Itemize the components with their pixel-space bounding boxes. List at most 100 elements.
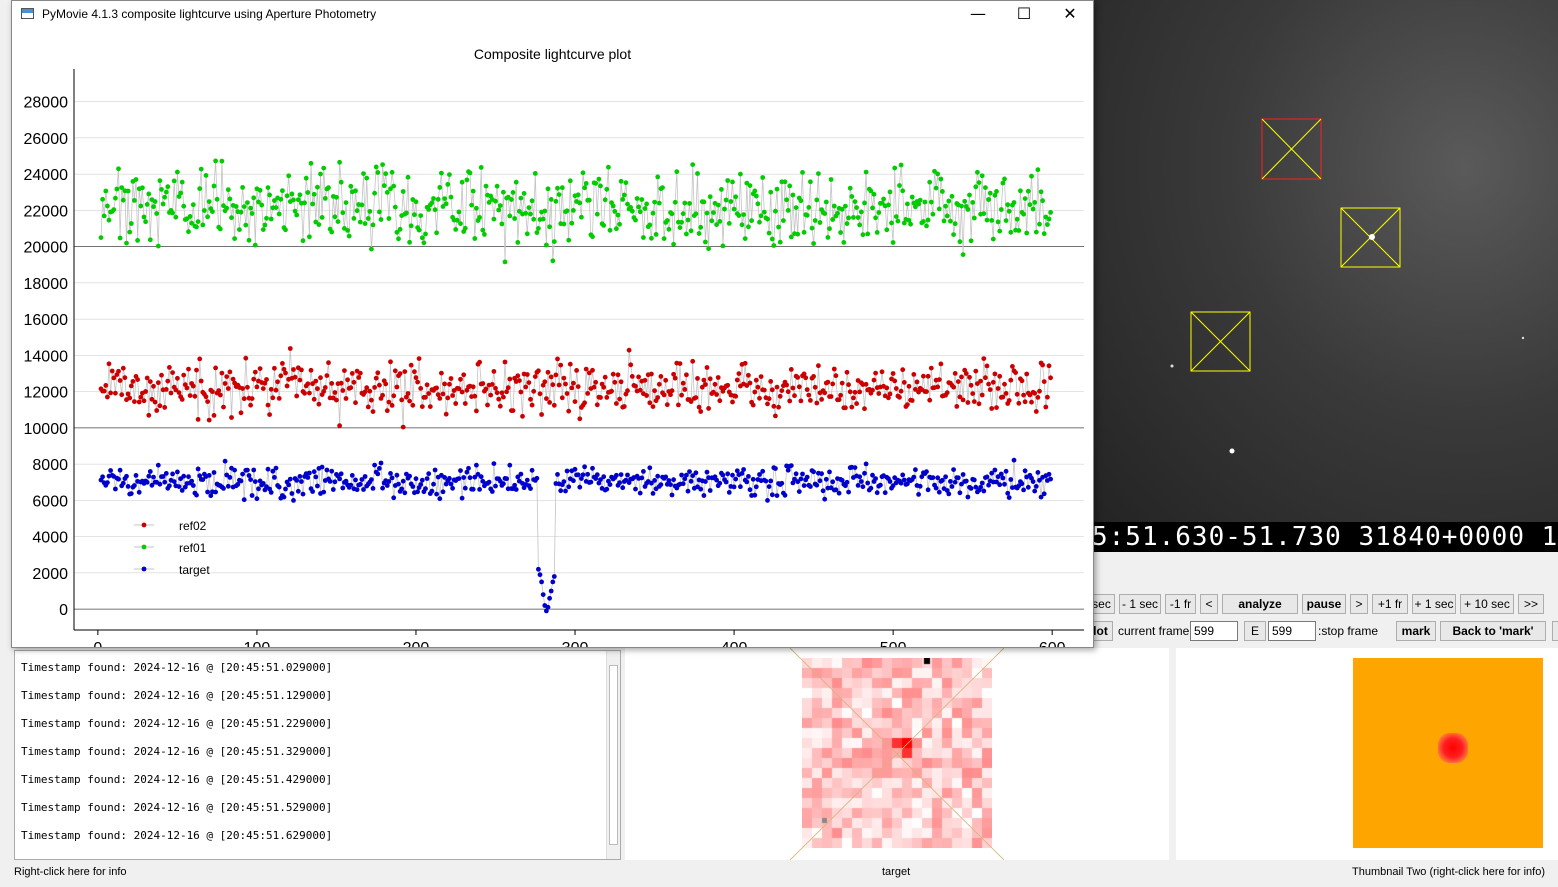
data-point-target xyxy=(981,488,987,494)
data-point-ref02 xyxy=(747,380,753,386)
legend-label-ref02: ref02 xyxy=(179,519,207,533)
data-point-ref01 xyxy=(998,207,1004,212)
data-point-ref01 xyxy=(445,182,451,187)
data-point-ref02 xyxy=(313,378,319,384)
data-point-ref02 xyxy=(537,391,543,397)
data-point-target xyxy=(801,483,807,488)
star-field-image[interactable] xyxy=(1092,0,1558,552)
data-point-target xyxy=(857,474,863,480)
data-point-ref01 xyxy=(273,205,279,211)
data-point-ref01 xyxy=(825,235,831,240)
data-point-ref02 xyxy=(186,366,191,372)
current-frame-input[interactable]: 599 xyxy=(1190,621,1238,641)
data-point-ref02 xyxy=(225,386,231,391)
data-point-ref02 xyxy=(276,396,282,401)
pause-button[interactable]: pause xyxy=(1302,594,1346,614)
log-scrollbar-thumb[interactable] xyxy=(609,665,618,845)
data-point-ref01 xyxy=(703,239,708,245)
data-point-target xyxy=(478,474,484,480)
back-1-frame-button[interactable]: -1 fr xyxy=(1165,594,1196,614)
log-scrollbar[interactable] xyxy=(606,651,620,859)
data-point-ref02 xyxy=(779,388,785,393)
data-point-ref01 xyxy=(202,208,207,213)
data-point-ref02 xyxy=(373,375,379,381)
forward-1-frame-button[interactable]: +1 fr xyxy=(1372,594,1408,614)
data-point-ref01 xyxy=(105,203,110,209)
data-point-ref01 xyxy=(353,188,358,194)
lightcurve-plot[interactable]: 0200040006000800010000120001400016000180… xyxy=(12,27,1093,647)
data-point-ref02 xyxy=(217,392,223,398)
data-point-ref02 xyxy=(960,397,966,403)
e-button[interactable]: E xyxy=(1244,621,1266,641)
data-point-ref02 xyxy=(924,389,929,394)
data-point-ref02 xyxy=(978,378,983,384)
data-point-ref01 xyxy=(607,227,613,233)
data-point-ref01 xyxy=(380,162,385,168)
data-point-ref01 xyxy=(146,191,152,197)
data-point-ref01 xyxy=(259,202,265,208)
data-point-ref02 xyxy=(152,399,158,405)
step-back-button[interactable]: < xyxy=(1200,594,1218,614)
maximize-button[interactable]: ☐ xyxy=(1001,1,1047,27)
data-point-ref02 xyxy=(157,403,163,409)
data-point-ref02 xyxy=(682,387,688,392)
extra-button[interactable] xyxy=(1552,621,1558,641)
forward-1-sec-button[interactable]: + 1 sec xyxy=(1412,594,1456,614)
status-right[interactable]: Thumbnail Two (right-click here for info… xyxy=(1352,866,1545,878)
title-bar[interactable]: PyMovie 4.1.3 composite lightcurve using… xyxy=(12,1,1093,27)
data-point-ref01 xyxy=(952,221,958,227)
end-button[interactable]: >> xyxy=(1518,594,1544,614)
data-point-ref02 xyxy=(307,390,312,396)
data-point-target xyxy=(752,492,758,498)
aperture-yellow-2[interactable] xyxy=(1190,311,1251,372)
data-point-ref01 xyxy=(524,231,530,237)
data-point-ref02 xyxy=(614,401,619,406)
data-point-ref01 xyxy=(141,214,147,220)
data-point-ref01 xyxy=(962,198,968,204)
thumbnail-two-image[interactable] xyxy=(1353,658,1543,848)
data-point-ref02 xyxy=(531,388,537,394)
data-point-ref01 xyxy=(860,232,866,238)
data-point-ref02 xyxy=(448,376,454,381)
log-line: Timestamp found: 2024-12-16 @ [20:45:51.… xyxy=(21,829,333,842)
data-point-target xyxy=(819,471,824,477)
data-point-ref01 xyxy=(917,197,923,203)
forward-10-sec-button[interactable]: + 10 sec xyxy=(1460,594,1514,614)
data-point-ref02 xyxy=(338,380,344,386)
data-point-ref01 xyxy=(706,246,711,252)
data-point-ref02 xyxy=(167,365,172,370)
data-point-ref01 xyxy=(280,188,285,194)
data-point-ref01 xyxy=(841,240,847,245)
data-point-ref02 xyxy=(1043,404,1049,410)
data-point-ref02 xyxy=(610,371,616,377)
data-point-ref01 xyxy=(798,198,804,204)
lightcurve-window[interactable]: PyMovie 4.1.3 composite lightcurve using… xyxy=(11,0,1094,648)
stop-frame-input[interactable]: 599 xyxy=(1268,621,1316,641)
aperture-red[interactable] xyxy=(1261,118,1322,180)
log-panel[interactable]: Timestamp found: 2024-12-16 @ [20:45:51.… xyxy=(14,650,621,860)
data-point-target xyxy=(663,474,669,480)
mark-button[interactable]: mark xyxy=(1396,621,1436,641)
minimize-button[interactable]: — xyxy=(955,1,1001,27)
data-point-ref02 xyxy=(275,379,280,385)
data-point-ref02 xyxy=(499,390,505,396)
data-point-ref01 xyxy=(551,239,557,245)
data-point-ref01 xyxy=(893,214,899,220)
data-point-target xyxy=(951,467,956,472)
step-forward-button[interactable]: > xyxy=(1350,594,1368,614)
data-point-ref01 xyxy=(229,215,234,221)
data-point-target xyxy=(878,482,883,488)
data-point-ref02 xyxy=(746,372,751,378)
back-1-sec-button[interactable]: - 1 sec xyxy=(1119,594,1161,614)
data-point-ref02 xyxy=(529,402,535,408)
analyze-button[interactable]: analyze xyxy=(1222,594,1298,614)
data-point-target xyxy=(459,495,465,501)
aperture-yellow-1[interactable] xyxy=(1340,207,1401,268)
status-left[interactable]: Right-click here for info xyxy=(14,866,127,878)
data-point-target xyxy=(617,480,622,486)
back-to-mark-button[interactable]: Back to 'mark' xyxy=(1440,621,1546,641)
data-point-target xyxy=(147,469,153,474)
data-point-ref01 xyxy=(429,200,435,206)
data-point-ref01 xyxy=(928,199,934,205)
close-button[interactable]: ✕ xyxy=(1047,1,1093,27)
